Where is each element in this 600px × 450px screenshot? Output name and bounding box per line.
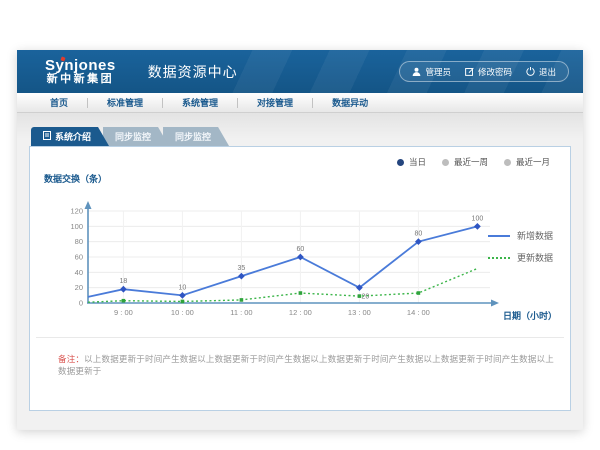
tab-sync-monitor-2[interactable]: 同步监控 bbox=[163, 127, 229, 146]
time-range-filter: 当日 最近一周 最近一月 bbox=[397, 156, 550, 168]
header-bar: Synjones 新中新集团 数据资源中心 管理员 修改密码 退出 bbox=[17, 50, 583, 93]
filter-last-week[interactable]: 最近一周 bbox=[442, 156, 488, 168]
change-password-label: 修改密码 bbox=[478, 66, 512, 78]
content-area: 系统介绍 同步监控 同步监控 当日 最近一周 bbox=[17, 113, 583, 429]
svg-text:10 : 00: 10 : 00 bbox=[171, 308, 194, 317]
logout-label: 退出 bbox=[539, 66, 556, 78]
nav-item-home[interactable]: 首页 bbox=[31, 96, 87, 109]
svg-text:40: 40 bbox=[75, 268, 83, 277]
svg-text:80: 80 bbox=[415, 231, 423, 238]
nav-item-system-mgmt[interactable]: 系统管理 bbox=[163, 96, 237, 109]
svg-text:9 : 00: 9 : 00 bbox=[114, 308, 133, 317]
svg-text:0: 0 bbox=[79, 299, 83, 308]
legend-update-data: 更新数据 bbox=[488, 251, 553, 264]
legend-label: 更新数据 bbox=[517, 251, 553, 264]
radio-icon bbox=[504, 159, 511, 166]
tab-system-intro[interactable]: 系统介绍 bbox=[31, 127, 109, 146]
svg-text:80: 80 bbox=[75, 237, 83, 246]
main-nav: 首页 标准管理 系统管理 对接管理 数据异动 bbox=[17, 93, 583, 113]
user-account[interactable]: 管理员 bbox=[412, 66, 451, 78]
legend-new-data: 新增数据 bbox=[488, 229, 553, 242]
svg-text:13 : 00: 13 : 00 bbox=[348, 308, 371, 317]
solid-line-swatch bbox=[488, 235, 510, 237]
logo-company: 新中新集团 bbox=[45, 74, 116, 86]
user-label: 管理员 bbox=[425, 66, 451, 78]
svg-text:100: 100 bbox=[70, 222, 83, 231]
svg-text:60: 60 bbox=[75, 253, 83, 262]
tab-label: 同步监控 bbox=[175, 130, 211, 143]
y-axis-title: 数据交换（条） bbox=[44, 172, 107, 185]
tab-bar: 系统介绍 同步监控 同步监控 bbox=[31, 127, 571, 146]
footnote: 备注：以上数据更新于时间产生数据以上数据更新于时间产生数据以上数据更新于时间产生… bbox=[58, 353, 558, 377]
svg-text:35: 35 bbox=[238, 265, 246, 272]
logout-button[interactable]: 退出 bbox=[526, 66, 556, 78]
radio-icon bbox=[442, 159, 449, 166]
page-title: 数据资源中心 bbox=[134, 62, 238, 82]
panel-divider bbox=[36, 337, 564, 338]
line-chart: 0 20 40 60 80 100 120 9 : 00 10 : 00 11 : 00 12 : … bbox=[58, 198, 506, 320]
svg-text:12 : 00: 12 : 00 bbox=[289, 308, 312, 317]
user-icon bbox=[412, 67, 421, 76]
nav-item-standard-mgmt[interactable]: 标准管理 bbox=[88, 96, 162, 109]
power-icon bbox=[526, 67, 535, 76]
svg-text:11 : 00: 11 : 00 bbox=[230, 308, 252, 317]
user-menu: 管理员 修改密码 退出 bbox=[399, 61, 569, 82]
svg-text:120: 120 bbox=[70, 207, 83, 216]
footnote-text: 以上数据更新于时间产生数据以上数据更新于时间产生数据以上数据更新于时间产生数据以… bbox=[58, 354, 554, 376]
svg-text:20: 20 bbox=[75, 283, 83, 292]
dotted-line-swatch bbox=[488, 257, 510, 259]
logo-brand: Synjones bbox=[45, 58, 116, 74]
app-window: Synjones 新中新集团 数据资源中心 管理员 修改密码 退出 bbox=[17, 50, 583, 430]
filter-last-month[interactable]: 最近一月 bbox=[504, 156, 550, 168]
change-password-button[interactable]: 修改密码 bbox=[465, 66, 512, 78]
svg-text:60: 60 bbox=[297, 246, 305, 253]
filter-label: 最近一周 bbox=[454, 156, 488, 168]
radio-selected-icon bbox=[397, 159, 404, 166]
svg-text:10: 10 bbox=[179, 284, 187, 291]
svg-text:18: 18 bbox=[120, 278, 128, 285]
chart-legend: 新增数据 更新数据 bbox=[488, 229, 553, 264]
chart-panel: 当日 最近一周 最近一月 数据交换（条） 0 20 40 60 80 100 120 9 : … bbox=[29, 146, 571, 411]
svg-text:20: 20 bbox=[362, 294, 370, 301]
filter-today[interactable]: 当日 bbox=[397, 156, 426, 168]
legend-label: 新增数据 bbox=[517, 229, 553, 242]
x-axis-title: 日期（小时） bbox=[503, 309, 557, 322]
logo: Synjones 新中新集团 bbox=[45, 58, 116, 85]
filter-label: 当日 bbox=[409, 156, 426, 168]
svg-text:14 : 00: 14 : 00 bbox=[407, 308, 430, 317]
edit-icon bbox=[465, 67, 474, 76]
tab-label: 系统介绍 bbox=[55, 130, 91, 143]
nav-item-data-change[interactable]: 数据异动 bbox=[313, 96, 387, 109]
svg-text:100: 100 bbox=[472, 215, 484, 222]
tab-label: 同步监控 bbox=[115, 130, 151, 143]
nav-item-interface-mgmt[interactable]: 对接管理 bbox=[238, 96, 312, 109]
footnote-label: 备注： bbox=[58, 354, 84, 364]
tab-sync-monitor-1[interactable]: 同步监控 bbox=[103, 127, 169, 146]
filter-label: 最近一月 bbox=[516, 156, 550, 168]
document-icon bbox=[43, 131, 51, 142]
